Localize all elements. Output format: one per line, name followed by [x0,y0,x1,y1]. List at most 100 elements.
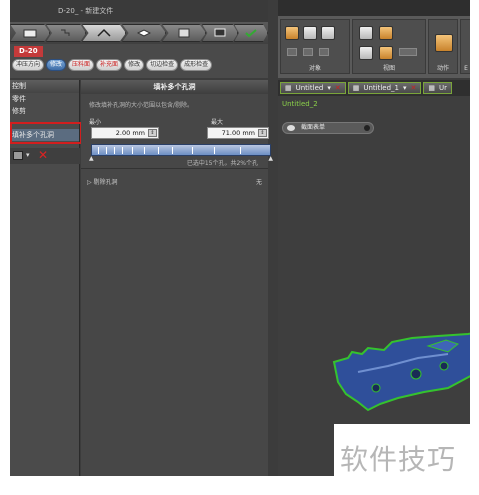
hole-tick [114,147,115,154]
fill-holes-title: 填补多个孔洞 [81,80,268,94]
exclude-holes-toggle[interactable]: ▷ 剔除孔洞 [87,177,118,186]
hole-size-range-slider[interactable]: ▲ ▲ [89,144,273,162]
3d-viewport[interactable]: ▦ Untitled ▾ ✕ ▦ Untitled_1 ▾ ✕ ▦ Ur Unt… [278,80,470,476]
stage-monitor-button[interactable] [202,24,238,42]
chevron-down-icon[interactable]: ▾ [327,83,331,93]
doc-tab-ur[interactable]: ▦ Ur [423,82,453,94]
cube-icon[interactable] [285,26,299,40]
control-item-trim[interactable]: 修剪 [10,105,79,117]
diamond-small-icon[interactable] [287,48,297,56]
active-document-name: Untitled_2 [282,100,318,108]
fill-holes-description: 修改填补孔洞的大小范围以包含/剔除。 [89,102,194,109]
watermark-text: 软件技巧 [340,443,457,476]
hole-tick [144,147,145,154]
doc-tab-label: Ur [439,84,448,92]
eye-icon[interactable] [287,125,295,131]
doc-tab-label: Untitled_1 [363,84,399,92]
ribbon-title-strip [278,0,470,16]
chevron-down-icon[interactable]: ▾ [403,83,407,93]
stage-press-button[interactable] [162,24,206,42]
ribbon-group-action: 动作 [428,19,458,74]
stage-bar [10,22,268,44]
hole-tick [122,147,123,154]
selection-highlight-box [10,122,82,144]
ribbon-group-label: 对象 [308,65,321,72]
close-icon[interactable]: ✕ [38,148,48,162]
box-icon[interactable] [379,46,393,60]
doc-tab-untitled-1[interactable]: ▦ Untitled_1 ▾ ✕ [347,82,422,94]
document-label[interactable]: D-20 [14,46,43,57]
feature-tab-row: 冲压方向 修改 压料面 补充面 修改 切边检查 成形检查 [12,59,213,73]
add-icon[interactable] [13,151,23,160]
page-icon[interactable] [321,26,335,40]
diamond-small-icon-2[interactable] [303,48,313,56]
ribbon-group-extra: E [460,19,470,74]
pin-icon[interactable] [364,125,370,131]
corner-icon[interactable] [359,46,373,60]
selection-status: 已选中15个孔，共2%个孔 [186,160,258,167]
grid-icon: ▦ [428,84,436,92]
max-handle-icon[interactable]: ▲ [268,155,273,162]
close-icon[interactable]: ✕ [335,83,341,93]
feature-tab-form-check[interactable]: 成形检查 [180,59,213,71]
gear-icon[interactable] [379,26,393,40]
title-bar: D-20_ - 新建文件 [10,0,268,22]
stage-open-button[interactable] [10,24,50,42]
tree-icon [61,29,70,36]
part-hole [439,361,449,371]
feature-tab-addendum[interactable]: 补充面 [96,59,123,71]
exclude-holes-label: 剔除孔洞 [93,179,118,186]
feature-tab-modify[interactable]: 修改 [46,59,67,71]
feature-tab-draw-direction[interactable]: 冲压方向 [12,59,45,71]
doc-tab-label: Untitled [295,84,324,92]
diamond-small-icon-3[interactable] [319,48,329,56]
max-spinner-icon[interactable]: ⇕ [258,129,267,137]
section-layer-chip[interactable]: 截面表单 [282,122,374,134]
hole-tick [192,147,193,154]
stage-die-face-button[interactable] [82,24,126,42]
press-icon [178,28,190,38]
chevron-down-icon[interactable]: ▾ [26,151,30,159]
stamped-part-model[interactable] [328,332,470,412]
check-icon [245,29,257,38]
stage-check-button[interactable] [234,24,268,42]
control-item-part[interactable]: 零件 [10,93,79,105]
min-handle-icon[interactable]: ▲ [89,155,94,162]
hole-tick [98,147,99,154]
hole-tick [106,147,107,154]
min-size-input[interactable]: 2.00 mm ⇕ [91,127,159,139]
stage-blank-button[interactable] [122,24,166,42]
axis-icon[interactable] [359,26,373,40]
ribbon-group-view: 视图 [352,19,426,74]
die-face-icon [97,28,111,37]
action-icon[interactable] [435,34,453,52]
grid-icon: ▦ [285,84,292,92]
control-panel-header: 控制 [10,80,79,93]
ribbon-group-object: 对象 [280,19,350,74]
watermark: 软件技巧 [334,424,479,482]
hole-tick [132,147,133,154]
document-tabs: ▦ Untitled ▾ ✕ ▦ Untitled_1 ▾ ✕ ▦ Ur [278,80,470,96]
max-size-value: 71.00 mm [221,129,255,137]
window-title: D-20_ - 新建文件 [58,7,114,15]
stage-import-button[interactable] [46,24,86,42]
grid-icon: ▦ [352,84,360,92]
ribbon: 对象 视图 动作 E [278,16,470,78]
process-toolbar: D-20_ - 新建文件 D-20 冲压方向 修改 压料面 补充面 修改 切边检… [10,0,268,78]
max-size-input[interactable]: 71.00 mm ⇕ [207,127,269,139]
view-dropdown[interactable] [399,48,417,56]
feature-tab-trim-check[interactable]: 切边检查 [146,59,179,71]
control-panel-actions: ▾ ✕ [10,148,80,164]
hole-tick [214,147,215,154]
close-icon[interactable]: ✕ [411,83,417,93]
doc-tab-untitled[interactable]: ▦ Untitled ▾ ✕ [280,82,346,94]
diamond-icon [137,29,151,37]
min-spinner-icon[interactable]: ⇕ [148,129,157,137]
max-label: 最大 [211,119,224,126]
exclude-holes-value: 无 [255,179,262,186]
shell-icon[interactable] [303,26,317,40]
hole-tick [172,147,173,154]
feature-tab-modify-2[interactable]: 修改 [124,59,145,71]
feature-tab-binder[interactable]: 压料面 [68,59,95,71]
min-size-value: 2.00 mm [115,129,145,137]
